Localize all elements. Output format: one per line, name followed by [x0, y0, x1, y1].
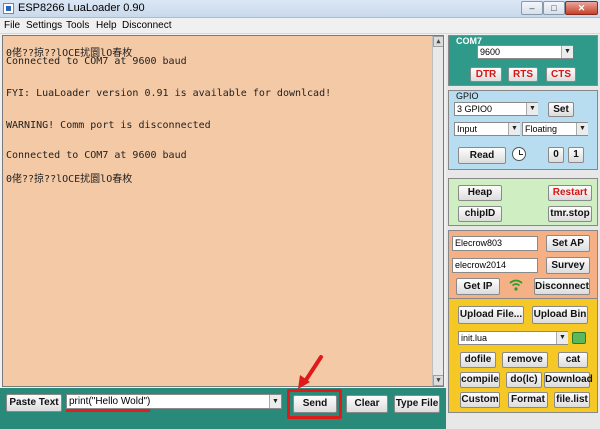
scroll-down-icon[interactable]: ▼	[433, 375, 443, 386]
chevron-down-icon[interactable]: ▼	[576, 123, 588, 135]
rts-button[interactable]: RTS	[508, 67, 538, 82]
gpio-pin-value: 3 GPIO0	[457, 104, 493, 114]
gpio-label: GPIO	[456, 91, 479, 101]
survey-button[interactable]: Survey	[546, 257, 590, 274]
gpio-one-button[interactable]: 1	[568, 147, 584, 163]
menu-file[interactable]: File	[4, 20, 20, 31]
scroll-up-icon[interactable]: ▲	[433, 36, 443, 47]
chevron-down-icon[interactable]: ▼	[526, 103, 538, 115]
menu-disconnect[interactable]: Disconnect	[122, 20, 171, 31]
menu-tools[interactable]: Tools	[66, 20, 89, 31]
custom-button[interactable]: Custom	[460, 392, 500, 408]
get-ip-button[interactable]: Get IP	[456, 278, 500, 295]
gpio-pull-value: Floating	[525, 124, 558, 134]
terminal-line: WARNING! Comm port is disconnected	[6, 120, 211, 131]
set-ap-button[interactable]: Set AP	[546, 235, 590, 252]
terminal-line: FYI: LuaLoader version 0.91 is available…	[6, 88, 332, 99]
file-select-value: init.lua	[461, 333, 488, 343]
menu-bar: File Settings Tools Help Disconnect	[0, 18, 600, 34]
close-button[interactable]: ✕	[565, 1, 598, 15]
gpio-pull-select[interactable]: Floating ▼	[522, 122, 588, 136]
minimize-button[interactable]: –	[521, 1, 543, 15]
gpio-read-button[interactable]: Read	[458, 147, 506, 164]
chevron-down-icon[interactable]: ▼	[269, 395, 281, 408]
gpio-set-button[interactable]: Set	[548, 102, 574, 117]
chipid-button[interactable]: chipID	[458, 206, 502, 222]
terminal-output[interactable]: 0佬??掠??lOCE扰圜lO春枚 Connected to COM7 at 9…	[2, 35, 444, 387]
upload-bin-button[interactable]: Upload Bin	[532, 306, 588, 324]
paste-text-button[interactable]: Paste Text	[6, 394, 62, 412]
menu-help[interactable]: Help	[96, 20, 117, 31]
cat-button[interactable]: cat	[558, 352, 588, 368]
maximize-button[interactable]: □	[543, 1, 565, 15]
terminal-line: Connected to COM7 at 9600 baud	[6, 150, 187, 161]
clear-button[interactable]: Clear	[346, 395, 388, 413]
command-input[interactable]	[67, 395, 269, 408]
password-field[interactable]: elecrow2014	[452, 258, 538, 273]
format-button[interactable]: Format	[508, 392, 548, 408]
file-select[interactable]: init.lua ▼	[458, 331, 568, 345]
baud-value: 9600	[480, 47, 501, 57]
command-combo[interactable]: ▼	[66, 394, 282, 409]
gpio-zero-button[interactable]: 0	[548, 147, 564, 163]
wifi-icon	[509, 279, 523, 291]
disconnect-button[interactable]: Disconnect	[534, 278, 590, 295]
app-icon	[3, 3, 14, 14]
filelist-button[interactable]: file.list	[554, 392, 590, 408]
terminal-scrollbar[interactable]: ▲ ▼	[432, 36, 443, 386]
cts-button[interactable]: CTS	[546, 67, 576, 82]
dofile-button[interactable]: dofile	[460, 352, 496, 368]
gpio-pin-select[interactable]: 3 GPIO0 ▼	[454, 102, 538, 116]
tmrstop-button[interactable]: tmr.stop	[548, 206, 592, 222]
terminal-line: Connected to COM7 at 9600 baud	[6, 56, 187, 67]
baud-select[interactable]: 9600 ▼	[477, 45, 573, 59]
dtr-button[interactable]: DTR	[470, 67, 502, 82]
heap-button[interactable]: Heap	[458, 185, 502, 201]
chevron-down-icon[interactable]: ▼	[561, 46, 573, 58]
window-title: ESP8266 LuaLoader 0.90	[18, 2, 145, 14]
edit-file-icon[interactable]	[572, 332, 586, 344]
restart-button[interactable]: Restart	[548, 185, 592, 201]
gpio-mode-value: Input	[457, 124, 478, 134]
gpio-mode-select[interactable]: Input ▼	[454, 122, 520, 136]
command-underline-annotation	[66, 409, 150, 412]
ssid-field[interactable]: Elecrow803	[452, 236, 538, 251]
dolc-button[interactable]: do(lc)	[506, 372, 542, 388]
remove-button[interactable]: remove	[502, 352, 548, 368]
send-highlight-box	[287, 389, 342, 419]
menu-settings[interactable]: Settings	[26, 20, 62, 31]
clock-icon[interactable]	[512, 147, 526, 161]
compile-button[interactable]: compile	[460, 372, 500, 388]
upload-file-button[interactable]: Upload File...	[458, 306, 524, 324]
title-bar: ESP8266 LuaLoader 0.90 – □ ✕	[0, 0, 600, 18]
chevron-down-icon[interactable]: ▼	[556, 332, 568, 344]
type-file-button[interactable]: Type File	[394, 395, 440, 413]
download-button[interactable]: Download	[544, 372, 593, 388]
chevron-down-icon[interactable]: ▼	[508, 123, 520, 135]
terminal-line: 0佬??掠??lOCE扰圜lO春枚	[6, 174, 133, 185]
red-arrow-icon	[298, 355, 323, 389]
